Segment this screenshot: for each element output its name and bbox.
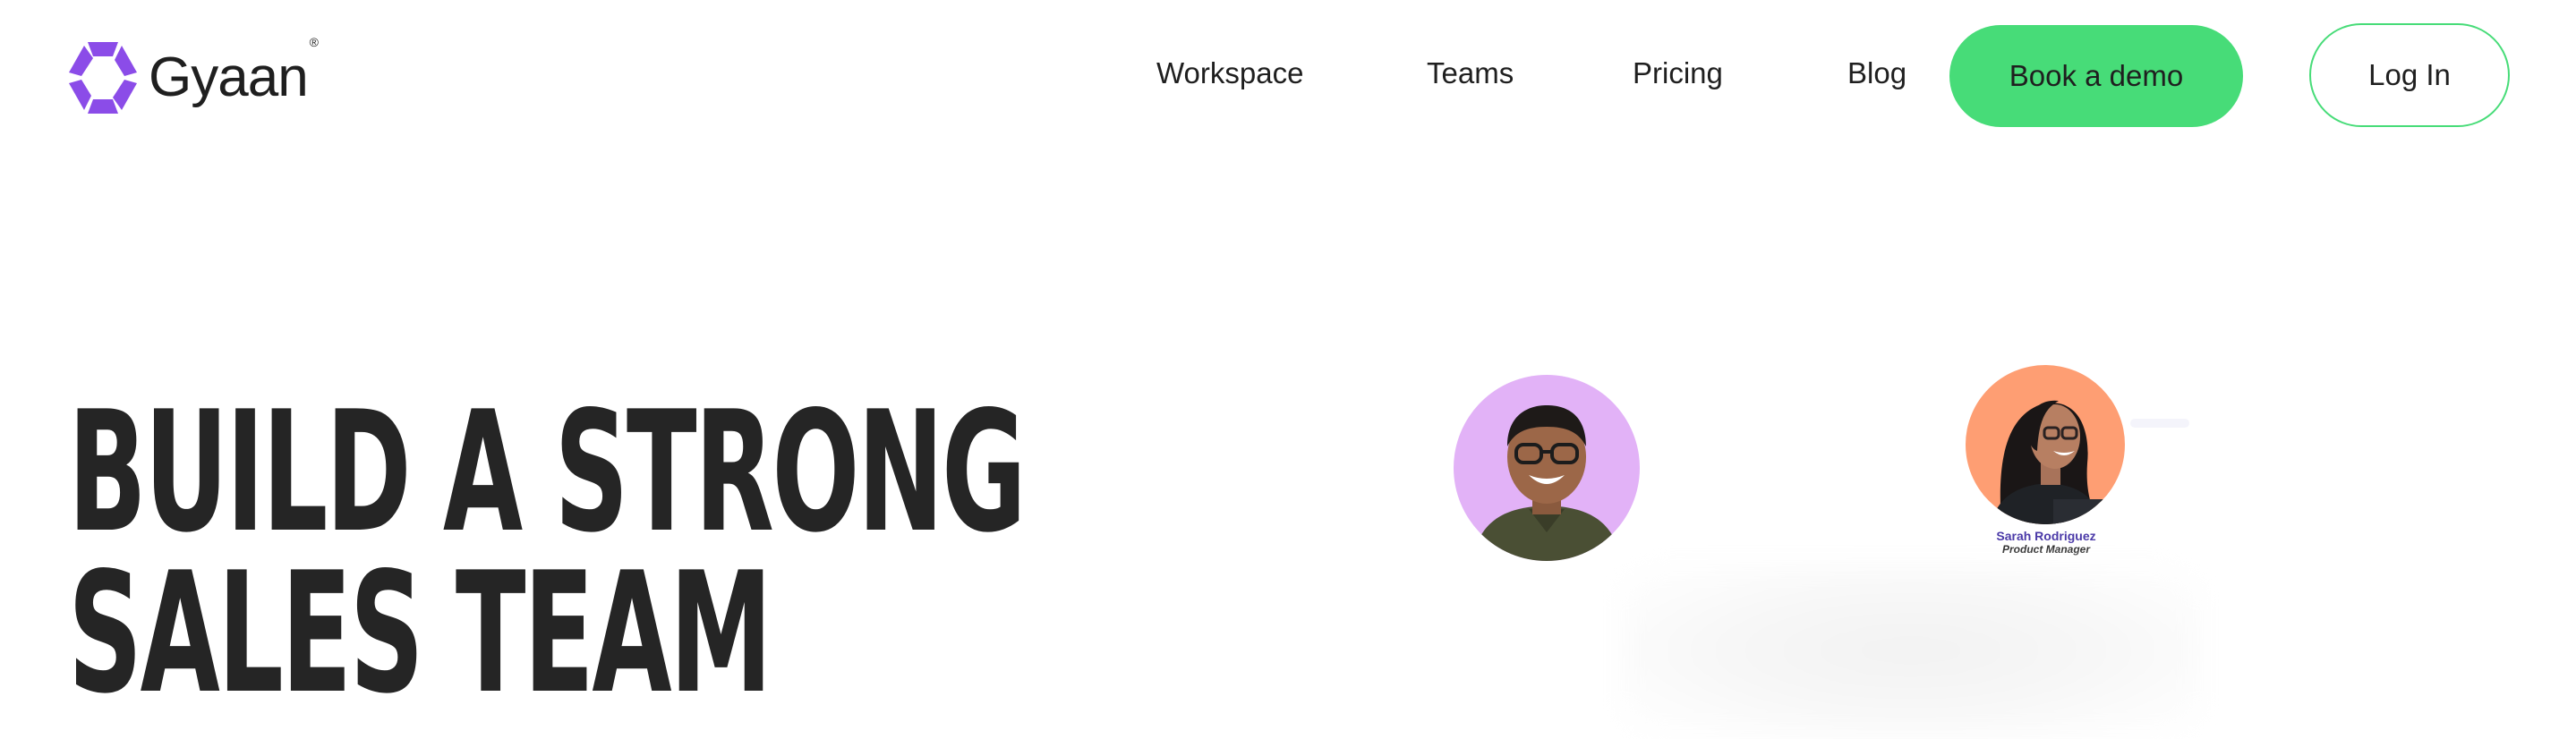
- site-header: Gyaan® Workspace Teams Pricing Blog Book…: [0, 0, 2576, 152]
- registered-mark: ®: [309, 35, 319, 49]
- nav-pricing[interactable]: Pricing: [1633, 55, 1723, 91]
- hero-title-line-1: BUILD A STRONG: [68, 375, 1027, 569]
- gyaan-logo-icon: [69, 42, 137, 114]
- brand-name: Gyaan®: [149, 35, 319, 108]
- decorative-line: [2130, 419, 2189, 428]
- nav-workspace[interactable]: Workspace: [1156, 55, 1303, 91]
- woman-portrait-icon: [1991, 400, 2116, 524]
- avatar-woman: [1966, 365, 2125, 524]
- nav-blog[interactable]: Blog: [1847, 55, 1906, 91]
- person-role: Product Manager: [2001, 543, 2090, 556]
- book-demo-button[interactable]: Book a demo: [1949, 25, 2243, 127]
- nav-teams[interactable]: Teams: [1427, 55, 1514, 91]
- landing-page: Gyaan® Workspace Teams Pricing Blog Book…: [0, 0, 2576, 739]
- hero-title-line-2: SALES TEAM: [68, 536, 772, 730]
- login-button[interactable]: Log In: [2309, 23, 2510, 127]
- man-portrait-icon: [1471, 405, 1622, 561]
- person-name: Sarah Rodriguez: [1996, 529, 2096, 543]
- blurred-card: [1620, 562, 2202, 739]
- hero-title: BUILD A STRONG SALES TEAM: [68, 375, 1610, 730]
- avatar-man: [1454, 375, 1640, 561]
- brand-logo[interactable]: Gyaan®: [68, 35, 319, 118]
